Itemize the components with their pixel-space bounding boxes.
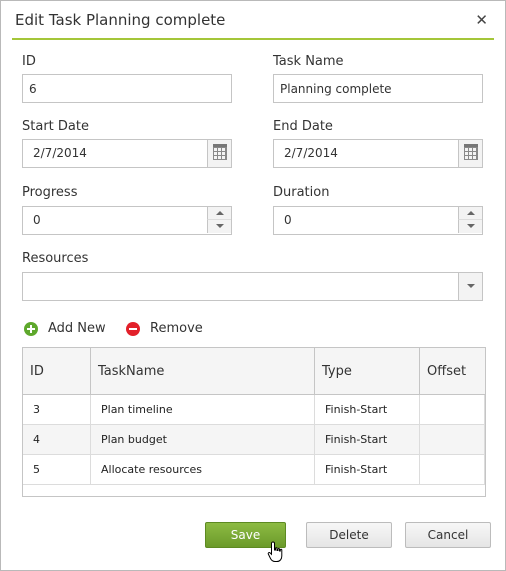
column-header-offset[interactable]: Offset [420, 348, 485, 395]
chevron-down-icon [467, 224, 475, 228]
remove-icon[interactable] [126, 321, 140, 336]
start-date-value[interactable]: 2/7/2014 [33, 140, 87, 167]
cell-offset[interactable] [420, 455, 485, 485]
start-date-picker[interactable]: 2/7/2014 [22, 139, 232, 168]
progress-value[interactable]: 0 [33, 207, 41, 234]
end-date-calendar-button[interactable] [458, 140, 482, 167]
cell-id[interactable]: 3 [23, 395, 91, 425]
cell-taskname[interactable]: Plan budget [91, 425, 315, 455]
start-date-label: Start Date [22, 119, 89, 134]
progress-stepper[interactable]: 0 [22, 206, 232, 235]
delete-button[interactable]: Delete [306, 522, 392, 548]
end-date-picker[interactable]: 2/7/2014 [273, 139, 483, 168]
table-row[interactable]: 5 Allocate resources Finish-Start [23, 455, 485, 485]
cell-id[interactable]: 4 [23, 425, 91, 455]
task-name-label: Task Name [273, 54, 344, 69]
add-icon[interactable] [24, 321, 38, 336]
dependencies-grid: ID TaskName Type Offset 3 Plan timeline … [22, 347, 486, 497]
remove-button[interactable]: Remove [126, 321, 203, 336]
end-date-value[interactable]: 2/7/2014 [284, 140, 338, 167]
cell-type[interactable]: Finish-Start [315, 425, 420, 455]
cell-taskname[interactable]: Plan timeline [91, 395, 315, 425]
calendar-icon[interactable] [213, 144, 227, 160]
column-header-id[interactable]: ID [23, 348, 91, 395]
progress-label: Progress [22, 185, 78, 200]
cell-id[interactable]: 5 [23, 455, 91, 485]
column-header-taskname[interactable]: TaskName [91, 348, 315, 395]
cell-taskname[interactable]: Allocate resources [91, 455, 315, 485]
title-divider [12, 38, 494, 40]
id-input[interactable] [22, 74, 232, 103]
chevron-down-icon [467, 284, 475, 288]
add-new-button[interactable]: Add New [24, 321, 106, 336]
remove-label[interactable]: Remove [150, 321, 203, 336]
resources-dropdown-button[interactable] [458, 273, 482, 300]
edit-task-dialog: Edit Task Planning complete ✕ ID Task Na… [0, 0, 506, 571]
column-header-type[interactable]: Type [315, 348, 420, 395]
add-new-label[interactable]: Add New [48, 321, 106, 336]
chevron-up-icon [467, 211, 475, 215]
chevron-down-icon [216, 224, 224, 228]
start-date-calendar-button[interactable] [207, 140, 231, 167]
cell-type[interactable]: Finish-Start [315, 455, 420, 485]
resources-label: Resources [22, 251, 89, 266]
progress-decrement-button[interactable] [207, 220, 231, 233]
hand-cursor-icon [267, 541, 283, 562]
duration-value[interactable]: 0 [284, 207, 292, 234]
duration-decrement-button[interactable] [458, 220, 482, 233]
cell-offset[interactable] [420, 395, 485, 425]
id-label: ID [22, 54, 36, 69]
table-row[interactable]: 3 Plan timeline Finish-Start [23, 395, 485, 425]
cell-offset[interactable] [420, 425, 485, 455]
table-row[interactable]: 4 Plan budget Finish-Start [23, 425, 485, 455]
calendar-icon[interactable] [464, 144, 478, 160]
grid-header: ID TaskName Type Offset [23, 348, 485, 395]
duration-label: Duration [273, 185, 330, 200]
cancel-button[interactable]: Cancel [405, 522, 491, 548]
task-name-input[interactable] [273, 74, 483, 103]
chevron-up-icon [216, 211, 224, 215]
duration-increment-button[interactable] [458, 207, 482, 220]
dialog-title: Edit Task Planning complete [15, 11, 226, 29]
end-date-label: End Date [273, 119, 333, 134]
resources-select[interactable] [22, 272, 483, 301]
cell-type[interactable]: Finish-Start [315, 395, 420, 425]
close-icon[interactable]: ✕ [475, 11, 488, 29]
duration-stepper[interactable]: 0 [273, 206, 483, 235]
progress-increment-button[interactable] [207, 207, 231, 220]
